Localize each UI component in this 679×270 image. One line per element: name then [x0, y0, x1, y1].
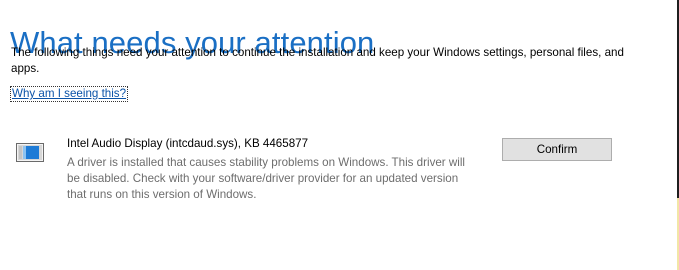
driver-item-description: A driver is installed that causes stabil… [67, 156, 465, 201]
why-am-i-seeing-this-link[interactable]: Why am I seeing this? [9, 86, 129, 102]
driver-window-icon [16, 143, 44, 162]
intro-text: The following things need your attention… [11, 46, 624, 75]
driver-item-title: Intel Audio Display (intcdaud.sys), KB 4… [67, 137, 309, 150]
confirm-button[interactable]: Confirm [502, 138, 612, 161]
